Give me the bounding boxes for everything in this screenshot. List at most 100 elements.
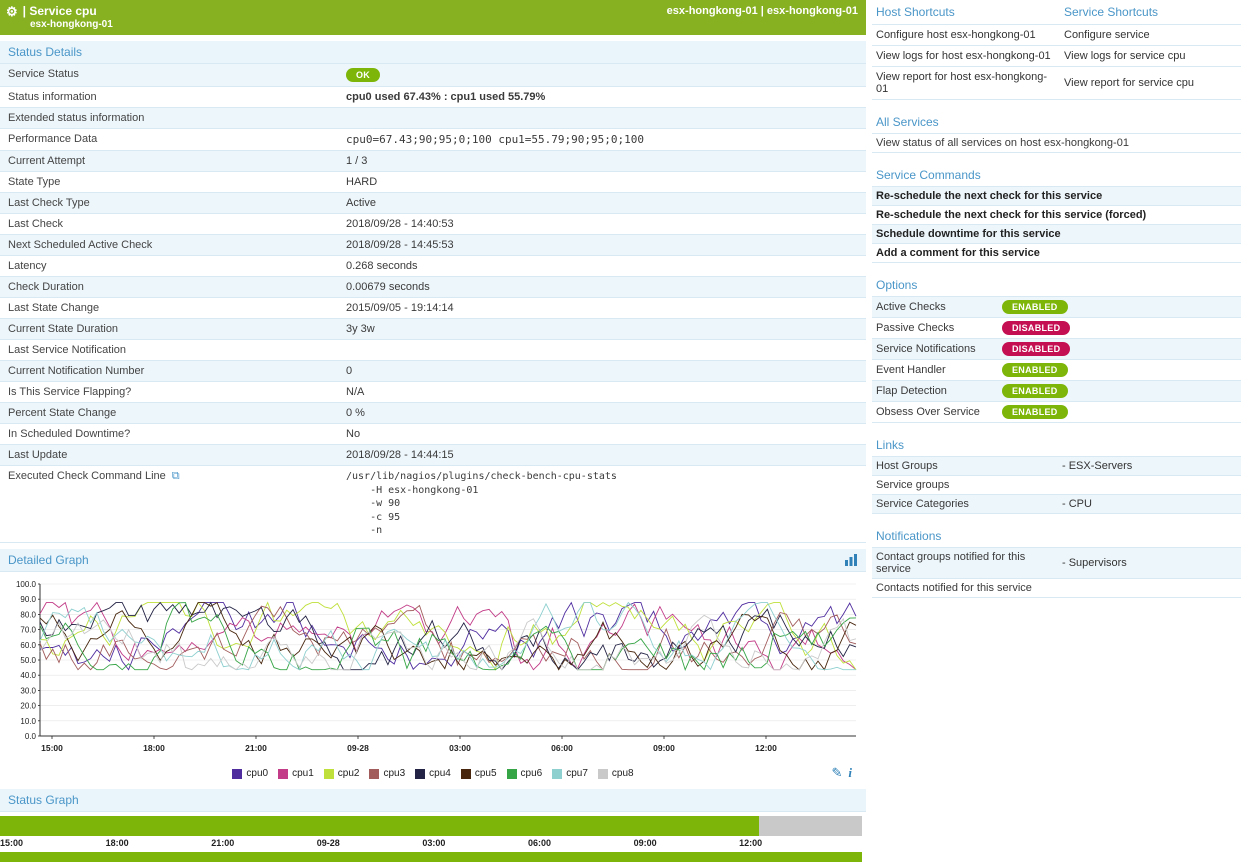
detailed-graph-heading-label: Detailed Graph xyxy=(8,553,89,567)
status-row: Last Check2018/09/28 - 14:40:53 xyxy=(0,214,866,235)
all-services-list: View status of all services on host esx-… xyxy=(872,134,1241,153)
row-label: In Scheduled Downtime? xyxy=(0,424,338,445)
all-services-link[interactable]: View status of all services on host esx-… xyxy=(872,134,1241,153)
legend-swatch-cpu5 xyxy=(461,769,471,779)
notification-label: Contacts notified for this service xyxy=(876,582,1062,594)
bar-chart-icon[interactable] xyxy=(844,554,858,566)
shortcut-row: View report for host esx-hongkong-01View… xyxy=(872,67,1241,100)
service-commands-list: Re-schedule the next check for this serv… xyxy=(872,187,1241,263)
status-row: Last Check TypeActive xyxy=(0,193,866,214)
status-row: Last Service Notification xyxy=(0,340,866,361)
row-label: Last Update xyxy=(0,445,338,466)
all-services-heading: All Services xyxy=(872,110,1241,134)
status-axis-label: 09:00 xyxy=(634,838,657,848)
option-label: Obsess Over Service xyxy=(876,406,1002,418)
row-value: 2018/09/28 - 14:40:53 xyxy=(338,214,866,235)
row-label: Last Service Notification xyxy=(0,340,338,361)
service-command-link[interactable]: Add a comment for this service xyxy=(872,244,1241,263)
host-shortcut-link[interactable]: View logs for host esx-hongkong-01 xyxy=(872,46,1060,67)
links-list: Host Groups- ESX-ServersService groupsSe… xyxy=(872,457,1241,514)
status-axis-label: 06:00 xyxy=(528,838,551,848)
legend-swatch-cpu0 xyxy=(232,769,242,779)
row-label: Percent State Change xyxy=(0,403,338,424)
notifications-list: Contact groups notified for this service… xyxy=(872,548,1241,598)
legend-item-cpu6: cpu6 xyxy=(507,768,543,779)
state-empty-segment xyxy=(759,816,862,836)
row-label: Executed Check Command Line ⧉ xyxy=(0,466,338,543)
edit-graph-icon[interactable]: ✎ xyxy=(831,765,842,781)
legend-label: cpu1 xyxy=(292,768,314,779)
service-shortcut-link[interactable]: View report for service cpu xyxy=(1060,67,1241,100)
command-line-text: /usr/lib/nagios/plugins/check-bench-cpu-… xyxy=(346,470,858,538)
status-details-heading-label: Status Details xyxy=(8,45,82,59)
service-command-link[interactable]: Re-schedule the next check for this serv… xyxy=(872,206,1241,225)
service-commands-heading: Service Commands xyxy=(872,163,1241,187)
status-row: Check Duration0.00679 seconds xyxy=(0,277,866,298)
service-detail-panel: ⚙ | Service cpu esx-hongkong-01 esx-hong… xyxy=(0,0,866,867)
svg-text:18:00: 18:00 xyxy=(143,743,165,753)
option-label: Flap Detection xyxy=(876,385,1002,397)
status-row: Latency0.268 seconds xyxy=(0,256,866,277)
svg-text:09:00: 09:00 xyxy=(653,743,675,753)
command-expand-icon[interactable]: ⧉ xyxy=(169,470,180,482)
gear-icon[interactable]: ⚙ xyxy=(6,5,18,18)
option-state-badge: DISABLED xyxy=(1002,321,1070,335)
option-row: Active ChecksENABLED xyxy=(872,297,1241,318)
legend-label: cpu3 xyxy=(383,768,405,779)
row-label: Status information xyxy=(0,87,338,108)
option-state-badge: DISABLED xyxy=(1002,342,1070,356)
host-shortcut-link[interactable]: View report for host esx-hongkong-01 xyxy=(872,67,1060,100)
row-value: 0.00679 seconds xyxy=(338,277,866,298)
svg-text:15:00: 15:00 xyxy=(41,743,63,753)
row-label: State Type xyxy=(0,172,338,193)
option-row: Service NotificationsDISABLED xyxy=(872,339,1241,360)
link-value[interactable]: - ESX-Servers xyxy=(1062,460,1132,472)
option-state-badge: ENABLED xyxy=(1002,363,1068,377)
status-axis-label: 18:00 xyxy=(106,838,129,848)
state-timeline-bar xyxy=(0,816,862,836)
notification-row: Contact groups notified for this service… xyxy=(872,548,1241,579)
status-badge: OK xyxy=(346,68,380,82)
header-host-links[interactable]: esx-hongkong-01 | esx-hongkong-01 xyxy=(667,5,858,17)
row-label: Last Check xyxy=(0,214,338,235)
link-value[interactable]: - CPU xyxy=(1062,498,1092,510)
service-command-link[interactable]: Schedule downtime for this service xyxy=(872,225,1241,244)
option-label: Active Checks xyxy=(876,301,1002,313)
row-value: 0.268 seconds xyxy=(338,256,866,277)
service-command-link[interactable]: Re-schedule the next check for this serv… xyxy=(872,187,1241,206)
status-graph: 15:0018:0021:0009-2803:0006:0009:0012:00 xyxy=(0,816,866,862)
info-icon[interactable]: i xyxy=(848,765,852,781)
row-value: cpu0=67.43;90;95;0;100 cpu1=55.79;90;95;… xyxy=(338,129,866,151)
svg-text:10.0: 10.0 xyxy=(20,716,36,725)
status-graph-heading-label: Status Graph xyxy=(8,793,79,807)
row-value: /usr/lib/nagios/plugins/check-bench-cpu-… xyxy=(338,466,866,543)
legend-items: cpu0cpu1cpu2cpu3cpu4cpu5cpu6cpu7cpu8 xyxy=(232,768,633,779)
option-row: Flap DetectionENABLED xyxy=(872,381,1241,402)
legend-swatch-cpu8 xyxy=(598,769,608,779)
row-value: 2015/09/05 - 19:14:14 xyxy=(338,298,866,319)
status-axis-label: 09-28 xyxy=(317,838,340,848)
option-state-badge: ENABLED xyxy=(1002,405,1068,419)
host-shortcut-link[interactable]: Configure host esx-hongkong-01 xyxy=(872,25,1060,46)
host-subtitle-link[interactable]: esx-hongkong-01 xyxy=(30,19,858,30)
service-shortcut-link[interactable]: View logs for service cpu xyxy=(1060,46,1241,67)
row-value: OK xyxy=(338,64,866,87)
legend-swatch-cpu2 xyxy=(324,769,334,779)
option-label: Event Handler xyxy=(876,364,1002,376)
status-row: Percent State Change0 % xyxy=(0,403,866,424)
status-details-table: Service StatusOKStatus informationcpu0 u… xyxy=(0,64,866,543)
row-value: HARD xyxy=(338,172,866,193)
service-shortcut-link[interactable]: Configure service xyxy=(1060,25,1241,46)
detailed-graph-heading: Detailed Graph xyxy=(0,549,866,572)
row-value: 0 xyxy=(338,361,866,382)
legend-item-cpu7: cpu7 xyxy=(552,768,588,779)
option-row: Event HandlerENABLED xyxy=(872,360,1241,381)
svg-text:50.0: 50.0 xyxy=(20,656,36,665)
option-label: Service Notifications xyxy=(876,343,1002,355)
notification-value[interactable]: - Supervisors xyxy=(1062,557,1127,569)
notification-label: Contact groups notified for this service xyxy=(876,551,1062,575)
cpu-usage-chart: 100.090.080.070.060.050.040.030.020.010.… xyxy=(4,578,860,760)
options-heading: Options xyxy=(872,273,1241,297)
status-row: Last Update2018/09/28 - 14:44:15 xyxy=(0,445,866,466)
row-label: Is This Service Flapping? xyxy=(0,382,338,403)
